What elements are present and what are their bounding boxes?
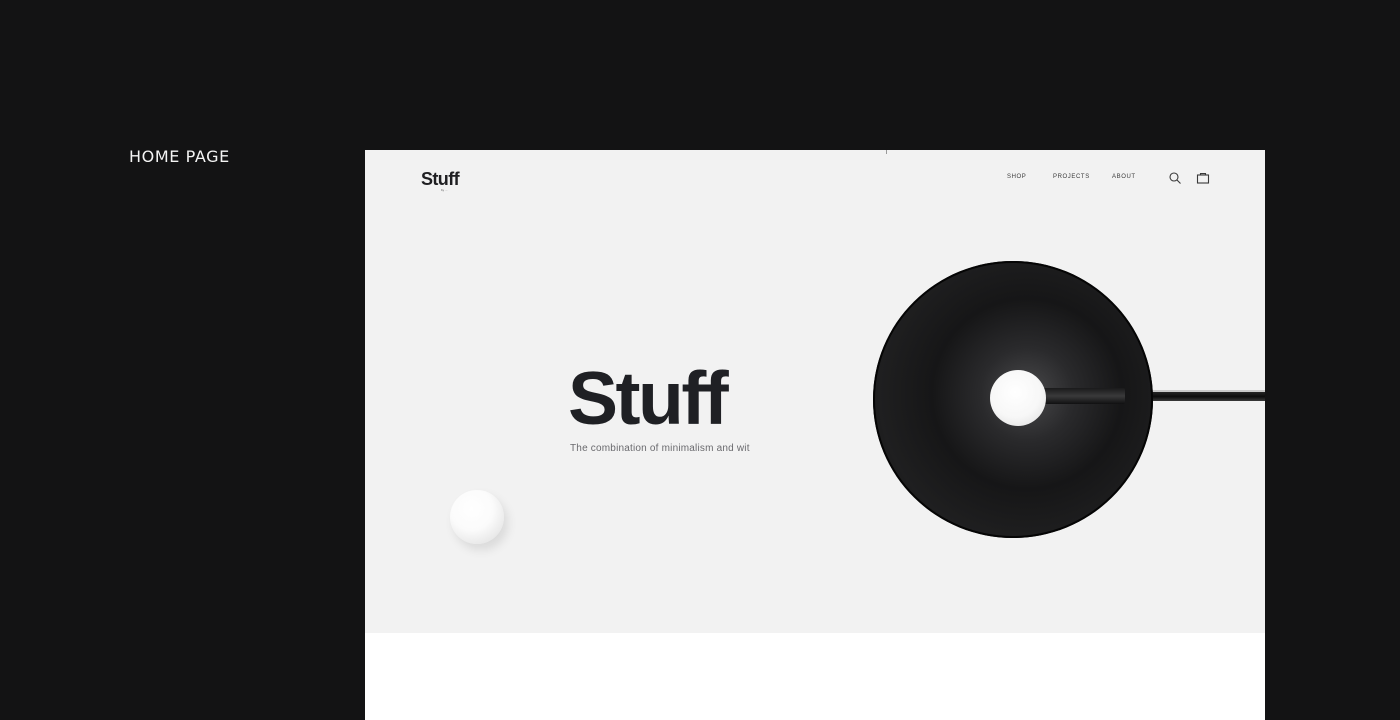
nav-item-projects[interactable]: PROJECTS bbox=[1053, 174, 1090, 180]
hero-title: Stuff bbox=[568, 356, 729, 440]
website-mockup: Stuff by ... SHOP PROJECTS ABOUT Stuff T… bbox=[365, 150, 1265, 720]
nav-item-shop[interactable]: SHOP bbox=[1007, 174, 1026, 180]
bag-icon[interactable] bbox=[1196, 171, 1210, 185]
logo-subtitle: by ... bbox=[441, 188, 448, 192]
top-marker bbox=[886, 150, 887, 154]
site-logo[interactable]: Stuff by ... bbox=[421, 169, 460, 192]
nav-item-about[interactable]: ABOUT bbox=[1112, 174, 1136, 180]
lamp-bulb-image bbox=[990, 370, 1046, 426]
lamp-socket-image bbox=[1041, 388, 1125, 404]
logo-wordmark: Stuff bbox=[421, 169, 460, 189]
hero-section: Stuff by ... SHOP PROJECTS ABOUT Stuff T… bbox=[365, 150, 1265, 633]
search-icon[interactable] bbox=[1168, 171, 1182, 185]
white-sphere-image bbox=[450, 490, 504, 544]
section-label: HOME PAGE bbox=[129, 147, 230, 166]
hero-subtitle: The combination of minimalism and wit bbox=[570, 443, 750, 454]
lamp-arm-highlight bbox=[1150, 390, 1265, 392]
